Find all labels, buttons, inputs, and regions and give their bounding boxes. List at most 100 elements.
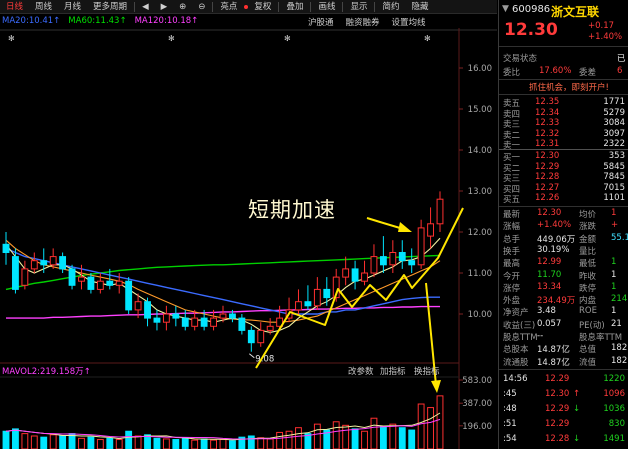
price-tick-label: 10.00: [468, 310, 492, 320]
volume-bar: [87, 436, 95, 449]
volume-tick-label: 387.00: [462, 399, 492, 409]
ask-price: 12.32: [535, 128, 560, 139]
toolbar-prev-button[interactable]: ◀: [136, 0, 155, 14]
candle: [229, 313, 236, 319]
edit-params-link[interactable]: 改参数: [348, 365, 374, 377]
toolbar-overlay-button[interactable]: 叠加: [280, 0, 309, 14]
toolbar-zoom-in-button[interactable]: ⊕: [173, 0, 192, 14]
candle: [12, 256, 19, 290]
open-account-promo[interactable]: 抓住机会，即刻开户!: [529, 81, 609, 93]
toolbar-hide-button[interactable]: 隐藏: [406, 0, 435, 14]
toolbar-draw-button[interactable]: 画线: [312, 0, 341, 14]
candle: [427, 223, 434, 237]
stat-value: +1.40%: [537, 220, 572, 231]
quote-header: ▼ 600986 浙文互联: [499, 4, 628, 19]
volume-bar: [125, 430, 133, 449]
stat-value: 0.057: [537, 318, 562, 329]
candle: [408, 260, 416, 266]
volume-bar: [200, 438, 208, 449]
ask-volume: 3097: [603, 128, 625, 139]
candle: [210, 317, 217, 327]
tick-row: :51 12.29 830: [499, 419, 628, 430]
tick-time: :51: [503, 419, 517, 429]
ask-level-row: 卖四 12.34 5279: [499, 107, 628, 120]
tick-time: :45: [503, 389, 517, 399]
toolbar-highlights-button[interactable]: 亮点: [214, 0, 243, 14]
stat-label-2: 均价: [579, 210, 597, 220]
stat-row: 总股本 14.87亿 总值 182: [499, 343, 628, 356]
ma-settings-link[interactable]: 设置均线: [392, 16, 426, 28]
tick-volume: 1096: [603, 389, 625, 399]
bid-price: 12.29: [535, 161, 560, 172]
candle: [398, 252, 406, 262]
quote-panel: ▼ 600986 浙文互联 12.30 +0.17 +1.40% 交易状态 已 …: [498, 0, 628, 449]
kline-chart[interactable]: ✻ ✻ ✻ ✻ 16.00 15.00 14.00 13.00 12.00 11.00 10.00 5…: [0, 28, 497, 449]
event-marker-icon: ✻: [424, 34, 431, 43]
price-row: 12.30 +0.17 +1.40%: [499, 20, 628, 42]
toolbar-monthly-button[interactable]: 月线: [58, 0, 87, 14]
tick-price: 12.29: [545, 404, 570, 414]
bid-volume: 353: [608, 151, 625, 161]
candle: [370, 256, 378, 274]
order-diff-label: 委差: [579, 68, 597, 78]
stat-value: --: [537, 331, 544, 341]
toolbar-display-button[interactable]: 显示: [344, 0, 373, 14]
toolbar-more-periods-button[interactable]: 更多周期: [87, 0, 133, 14]
volume-bar: [247, 435, 255, 449]
candle: [21, 268, 29, 286]
candle: [379, 256, 387, 266]
bid-label: 买五: [503, 195, 521, 205]
switch-indicator-link[interactable]: 换指标: [414, 365, 440, 377]
toolbar-separator: [212, 1, 214, 12]
tick-price: 12.30: [545, 389, 570, 399]
stat-label-2: 涨跌: [579, 222, 597, 233]
order-ratio-value: 17.60%: [539, 66, 572, 76]
stat-row: 涨幅 +1.40% 涨跌 +: [499, 220, 628, 233]
toolbar-simple-button[interactable]: 简约: [376, 0, 405, 14]
toolbar-next-button[interactable]: ▶: [155, 0, 174, 14]
order-ratio-label: 委比: [503, 68, 521, 78]
stat-row: 涨停 13.34 跌停 1: [499, 282, 628, 294]
volume-bar: [351, 428, 359, 449]
ask-level-row: 卖五 12.35 1771: [499, 97, 628, 109]
ask-volume: 5279: [603, 107, 625, 118]
volume-bar: [21, 433, 29, 449]
tick-volume: 830: [608, 419, 625, 429]
annotation-pointer-line: [366, 217, 401, 229]
toolbar-daily-button[interactable]: 日线: [0, 0, 29, 14]
candle: [313, 288, 321, 307]
bid-volume: 7015: [603, 182, 625, 193]
add-indicator-link[interactable]: 加指标: [380, 365, 406, 377]
volume-arrowhead-icon: [431, 380, 441, 393]
toolbar-zoom-out-button[interactable]: ⊖: [192, 0, 211, 14]
stat-label-2: 总值: [579, 345, 597, 356]
stat-value: 12.30: [537, 208, 562, 218]
volume-bar: [285, 430, 293, 449]
bid-level-row: 买五 12.26 1101: [499, 193, 628, 205]
margin-trading-link[interactable]: 融资融券: [346, 16, 380, 28]
stat-label: 净资产: [503, 308, 529, 319]
candle: [257, 329, 265, 344]
volume-bar: [153, 437, 161, 449]
ask-price: 12.31: [535, 139, 560, 149]
hk-connect-link[interactable]: 沪股通: [308, 16, 334, 28]
tick-price: 12.29: [545, 419, 570, 429]
candle: [304, 301, 312, 307]
toolbar-adjust-button[interactable]: 复权: [248, 0, 277, 14]
candle: [219, 313, 227, 319]
bid-price: 12.26: [535, 193, 560, 203]
volume-bar: [427, 407, 434, 449]
status-value: 已: [617, 54, 626, 64]
toolbar-weekly-button[interactable]: 周线: [29, 0, 58, 14]
stat-value-2: 1: [611, 306, 617, 317]
promo-row[interactable]: 抓住机会，即刻开户!: [499, 81, 628, 93]
chart-toolbar: 日线 周线 月线 更多周期 ◀ ▶ ⊕ ⊖ 亮点 复权 叠加 画线 显示 简约 隐藏: [0, 0, 497, 14]
ask-level-row: 卖二 12.32 3097: [499, 128, 628, 141]
stat-label: 涨幅: [503, 222, 521, 233]
volume-bar: [295, 427, 302, 449]
dropdown-icon[interactable]: ▼: [502, 4, 509, 14]
stock-name: 浙文互联: [551, 5, 600, 19]
volume-bar: [134, 435, 142, 449]
price-tick-label: 15.00: [468, 105, 492, 115]
tick-time: 14:56: [503, 374, 528, 384]
